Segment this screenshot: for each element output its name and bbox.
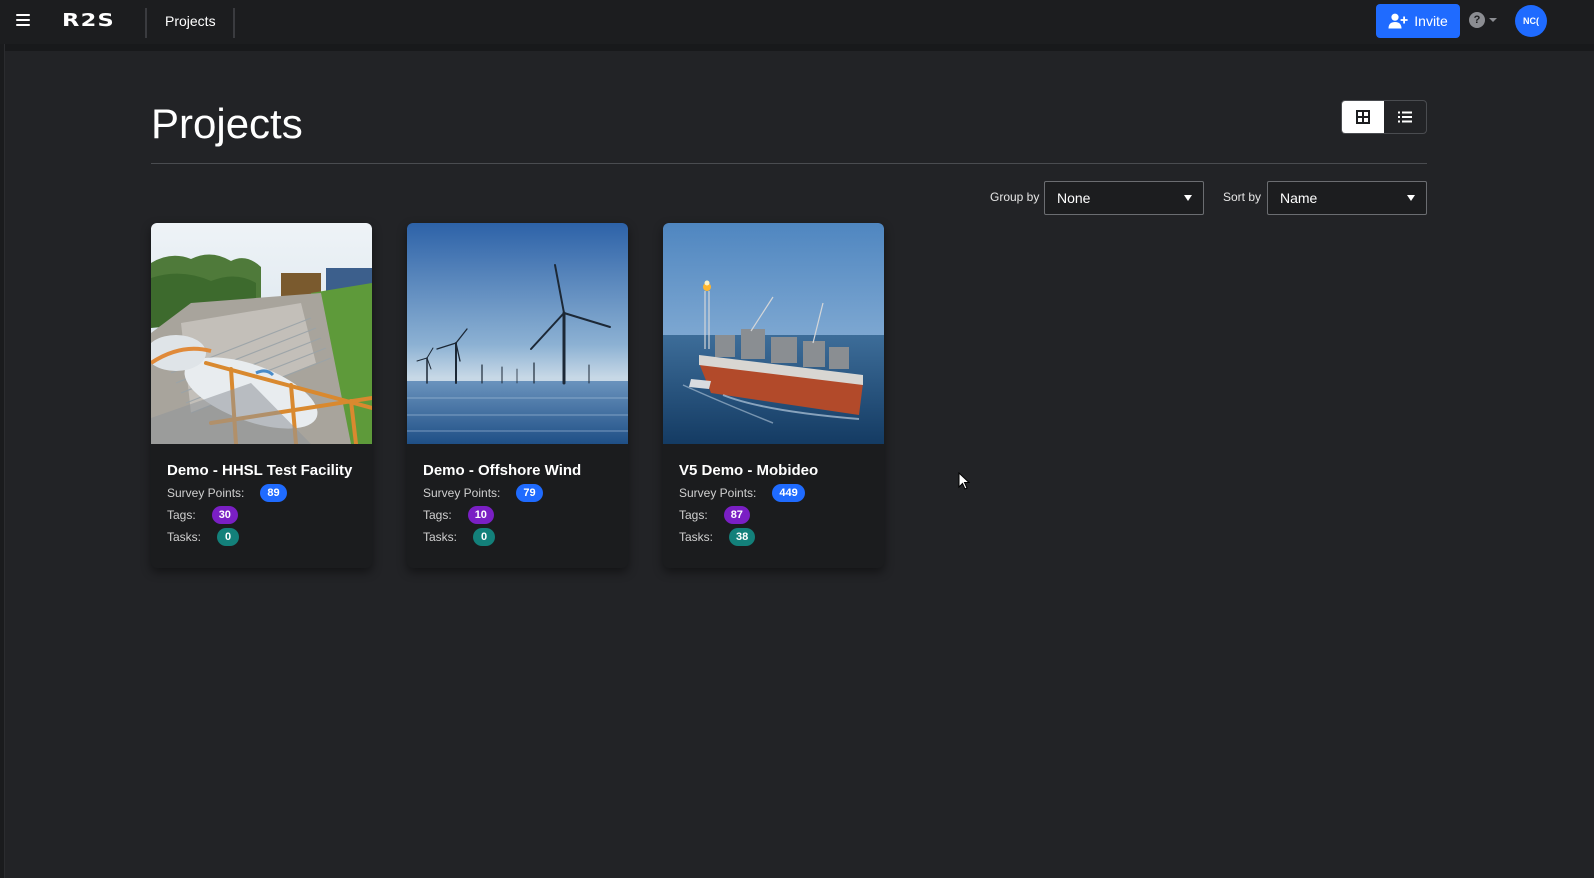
survey-points-badge: 449: [772, 484, 805, 502]
sort-by-value: Name: [1280, 190, 1318, 206]
caret-down-icon: [1489, 18, 1497, 22]
project-title[interactable]: V5 Demo - Mobideo: [679, 460, 868, 482]
collapsed-sidebar-edge[interactable]: [0, 44, 5, 878]
tasks-badge: 38: [729, 528, 756, 546]
help-menu[interactable]: ?: [1469, 12, 1497, 28]
tags-badge: 87: [723, 506, 750, 524]
tasks-badge: 0: [473, 528, 496, 546]
project-card-offshore-wind[interactable]: Demo - Offshore Wind Survey Points: 79 Ta…: [407, 223, 628, 568]
project-card-hhsl[interactable]: Demo - HHSL Test Facility Survey Points:…: [151, 223, 372, 568]
breadcrumb-projects[interactable]: Projects: [165, 13, 216, 29]
grid-view-icon: [1356, 110, 1370, 124]
tasks-label: Tasks:: [423, 530, 458, 544]
group-by-label: Group by: [990, 190, 1040, 204]
view-mode-toggle: [1341, 100, 1427, 134]
survey-points-label: Survey Points:: [679, 486, 757, 500]
caret-down-icon: [1407, 195, 1415, 201]
topbar-shadow: [0, 44, 1594, 51]
project-thumbnail-fpso-vessel: [663, 223, 884, 444]
project-card-mobideo[interactable]: V5 Demo - Mobideo Survey Points: 449 Tags…: [663, 223, 884, 568]
user-plus-icon: [1388, 13, 1408, 29]
tags-label: Tags:: [167, 508, 196, 522]
project-title[interactable]: Demo - HHSL Test Facility: [167, 460, 356, 482]
project-title[interactable]: Demo - Offshore Wind: [423, 460, 612, 482]
project-thumbnail-wind-farm: [407, 223, 628, 444]
tags-badge: 30: [211, 506, 238, 524]
grid-view-button[interactable]: [1342, 101, 1384, 133]
caret-down-icon: [1184, 195, 1192, 201]
help-circle-icon: ?: [1469, 12, 1485, 28]
tags-badge: 10: [467, 506, 494, 524]
app-logo[interactable]: R2S: [62, 10, 115, 31]
tags-label: Tags:: [679, 508, 708, 522]
invite-button[interactable]: Invite: [1376, 4, 1460, 38]
top-navigation-bar: R2S Projects Invite ? NC(: [0, 0, 1594, 44]
tasks-badge: 0: [217, 528, 240, 546]
topbar-divider: [145, 8, 147, 38]
tags-label: Tags:: [423, 508, 452, 522]
mouse-cursor-icon: [958, 472, 970, 490]
tasks-label: Tasks:: [167, 530, 202, 544]
list-view-icon: [1398, 111, 1412, 123]
list-view-button[interactable]: [1384, 101, 1426, 133]
header-divider: [151, 163, 1427, 164]
survey-points-label: Survey Points:: [167, 486, 245, 500]
group-by-value: None: [1057, 190, 1091, 206]
project-thumbnail-facility: [151, 223, 372, 444]
page-title: Projects: [151, 100, 303, 147]
topbar-divider: [233, 8, 235, 38]
tasks-label: Tasks:: [679, 530, 714, 544]
survey-points-badge: 79: [516, 484, 543, 502]
invite-button-label: Invite: [1414, 13, 1448, 29]
hamburger-menu-icon[interactable]: [16, 14, 30, 26]
sort-by-label: Sort by: [1223, 190, 1262, 204]
survey-points-label: Survey Points:: [423, 486, 501, 500]
survey-points-badge: 89: [260, 484, 287, 502]
sort-by-select[interactable]: Name: [1267, 181, 1427, 215]
user-avatar[interactable]: NC(: [1515, 5, 1547, 37]
group-by-select[interactable]: None: [1044, 181, 1204, 215]
